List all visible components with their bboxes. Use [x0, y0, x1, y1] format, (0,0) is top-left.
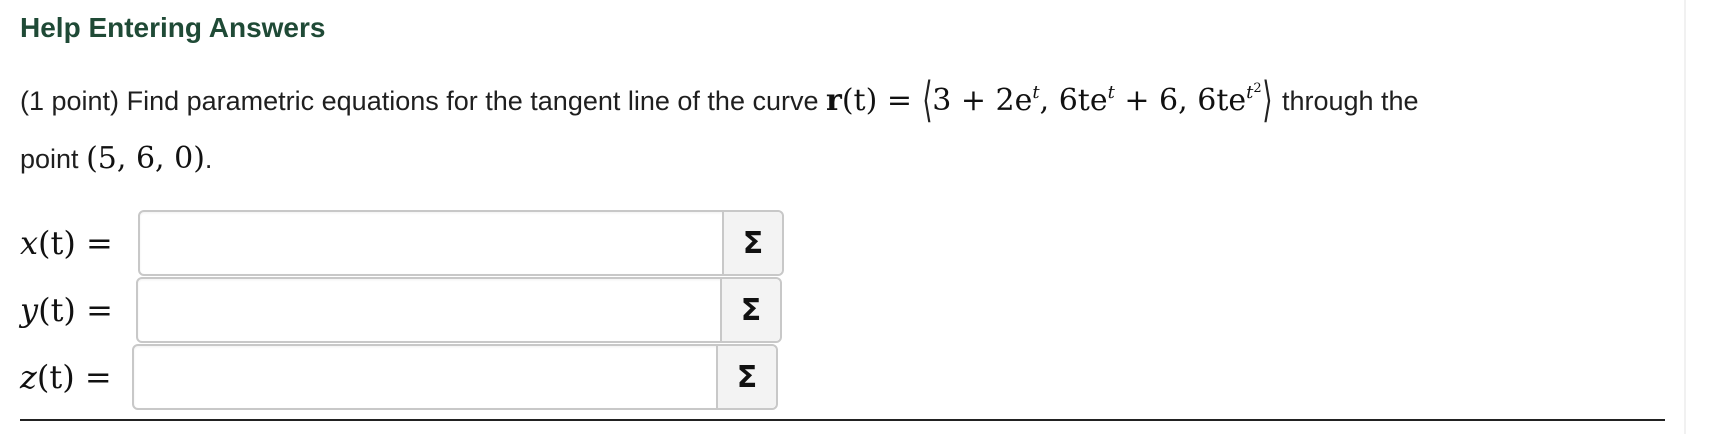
component-2-tail: + 6, — [1114, 83, 1188, 118]
answer-input-group-z: Σ — [132, 344, 778, 410]
answer-input-x[interactable] — [140, 212, 722, 274]
sigma-icon: Σ — [742, 225, 764, 261]
point-word: point — [20, 144, 79, 174]
left-angle-bracket: ⟨ — [921, 72, 933, 128]
answer-label-z: z(t) = — [20, 358, 112, 396]
answer-row-y: y(t) = Σ — [20, 277, 782, 343]
answer-input-group-x: Σ — [138, 210, 784, 276]
right-angle-bracket: ⟩ — [1261, 72, 1273, 128]
answer-input-group-y: Σ — [136, 277, 782, 343]
component-2-exp: t — [1107, 82, 1115, 103]
component-1-exp: t — [1032, 82, 1040, 103]
component-1: 3 + 2e — [932, 83, 1033, 118]
problem-text: Find parametric equations for the tangen… — [126, 86, 819, 116]
help-entering-answers-link[interactable]: Help Entering Answers — [20, 12, 325, 44]
curve-equals: = — [886, 83, 912, 118]
answer-input-y[interactable] — [138, 279, 720, 341]
equation-editor-button-x[interactable]: Σ — [722, 212, 782, 274]
problem-statement: (1 point) Find parametric equations for … — [20, 60, 1680, 188]
sigma-icon: Σ — [736, 359, 758, 395]
bottom-divider — [20, 419, 1665, 421]
answer-label-x: x(t) = — [20, 224, 113, 262]
answer-label-y: y(t) = — [20, 291, 113, 329]
curve-name: r — [826, 83, 842, 118]
sigma-icon: Σ — [740, 292, 762, 328]
equation-editor-button-z[interactable]: Σ — [716, 346, 776, 408]
answer-row-x: x(t) = Σ — [20, 210, 784, 276]
curve-expression: r(t) = ⟨3 + 2et, 6tet + 6, 6tet2⟩ — [826, 72, 1273, 128]
component-3: 6te — [1197, 83, 1247, 118]
equation-editor-button-y[interactable]: Σ — [720, 279, 780, 341]
point-value: (5, 6, 0) — [86, 141, 205, 176]
curve-arg: (t) — [841, 83, 878, 118]
period: . — [204, 144, 213, 174]
points-label: (1 point) — [20, 86, 120, 116]
problem-text-after: through the — [1281, 86, 1419, 116]
component-2: 6te — [1058, 83, 1108, 118]
component-3-exp-exp: 2 — [1253, 81, 1262, 96]
answer-input-z[interactable] — [134, 346, 716, 408]
answer-row-z: z(t) = Σ — [20, 344, 778, 410]
page-edge-divider — [1684, 0, 1686, 434]
